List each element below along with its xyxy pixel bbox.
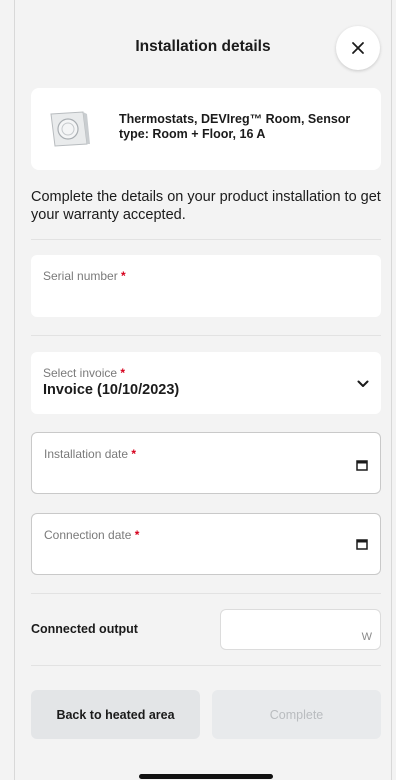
connection-date-label-text: Connection date xyxy=(44,528,132,542)
serial-number-field[interactable]: Serial number * xyxy=(31,255,381,317)
page-title: Installation details xyxy=(135,38,271,55)
intro-text: Complete the details on your product ins… xyxy=(31,189,381,223)
home-indicator xyxy=(139,774,273,779)
close-button[interactable] xyxy=(336,26,380,70)
serial-number-label-text: Serial number xyxy=(43,269,118,283)
invoice-label: Select invoice * xyxy=(43,366,125,380)
divider xyxy=(31,665,381,666)
divider xyxy=(31,593,381,594)
connected-output-input[interactable]: W xyxy=(220,609,381,650)
connection-date-field[interactable]: Connection date * xyxy=(31,513,381,575)
unit-label: W xyxy=(361,631,372,643)
complete-button[interactable]: Complete xyxy=(212,690,381,739)
installation-date-label: Installation date * xyxy=(44,447,136,461)
product-card: Thermostats, DEVIreg™ Room, Sensor type:… xyxy=(31,88,381,170)
required-mark: * xyxy=(134,528,140,542)
calendar-icon[interactable] xyxy=(356,538,368,550)
required-mark: * xyxy=(131,447,137,461)
installation-date-field[interactable]: Installation date * xyxy=(31,432,381,494)
connected-output-label: Connected output xyxy=(31,622,138,636)
divider xyxy=(31,335,381,336)
serial-number-label: Serial number * xyxy=(43,269,126,283)
connection-date-label: Connection date * xyxy=(44,528,139,542)
required-mark: * xyxy=(121,269,126,283)
invoice-value: Invoice (10/10/2023) xyxy=(43,382,180,398)
chevron-down-icon[interactable] xyxy=(357,380,369,388)
required-mark: * xyxy=(120,366,126,380)
calendar-icon[interactable] xyxy=(356,459,368,471)
back-to-heated-area-button[interactable]: Back to heated area xyxy=(31,690,200,739)
invoice-label-text: Select invoice xyxy=(43,366,118,380)
divider xyxy=(31,239,381,240)
invoice-select[interactable]: Select invoice * Invoice (10/10/2023) xyxy=(31,352,381,414)
close-icon xyxy=(352,42,364,54)
thermostat-image xyxy=(50,111,90,147)
header: Installation details xyxy=(15,22,391,72)
installation-date-label-text: Installation date xyxy=(44,447,129,461)
product-name: Thermostats, DEVIreg™ Room, Sensor type:… xyxy=(119,112,351,141)
screen: Installation details Thermostats, DEVIre… xyxy=(14,0,392,780)
